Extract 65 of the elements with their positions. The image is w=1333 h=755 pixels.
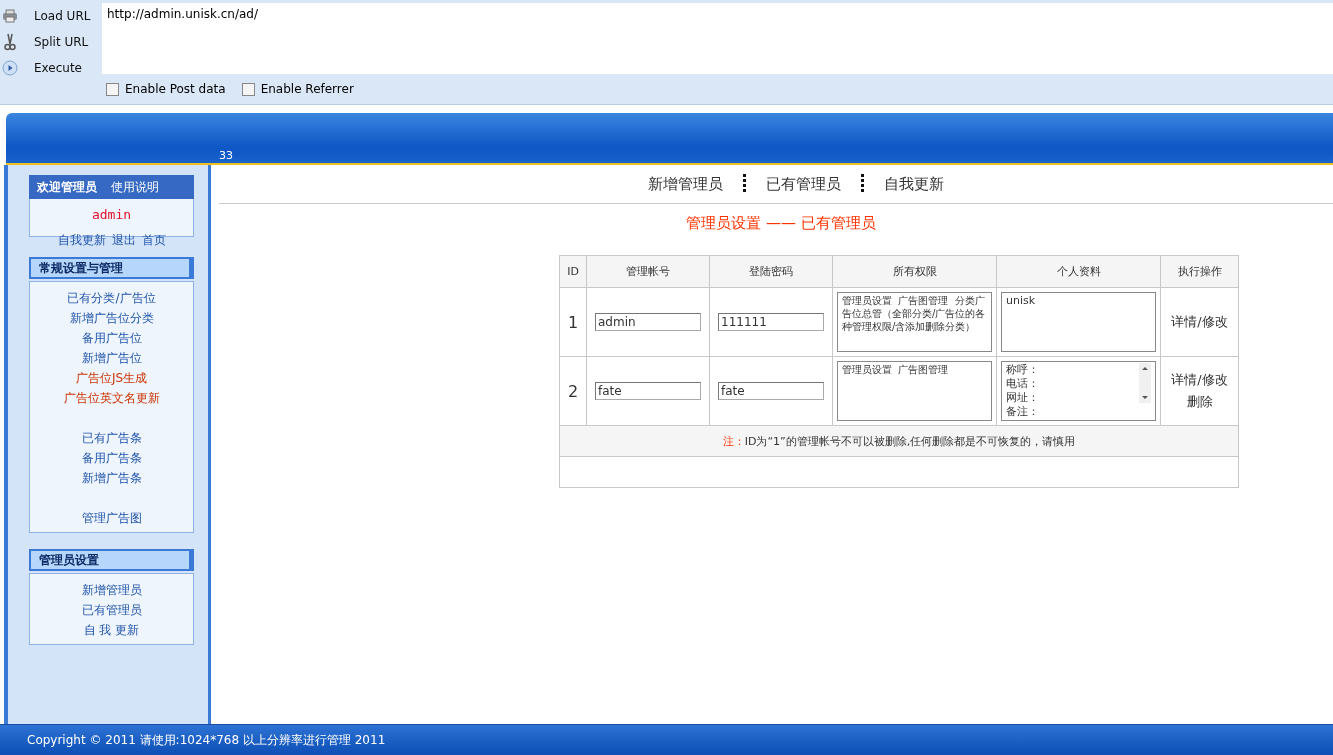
menu-item[interactable]: 备用广告位 bbox=[81, 328, 142, 348]
table-cell: 1 bbox=[559, 287, 587, 357]
tab[interactable]: 已有管理员 bbox=[766, 174, 841, 194]
profile-field-box[interactable]: 称呼： 电话： 网址： 备注： bbox=[1001, 361, 1156, 421]
checkbox-label: Enable Referrer bbox=[260, 82, 354, 96]
menu-item[interactable]: 自 我 更新 bbox=[83, 620, 140, 640]
menu-item[interactable]: 广告位JS生成 bbox=[75, 368, 148, 388]
note-text: ID为“1”的管理帐号不可以被删除,任何删除都是不可恢复的，请慎用 bbox=[744, 434, 1076, 448]
tab[interactable]: 自我更新 bbox=[884, 174, 944, 194]
profile-line: 称呼： bbox=[1006, 363, 1039, 377]
permissions-field[interactable]: 管理员设置 广告图管理 分类广告位总管（全部分类/广告位的各种管理权限/含添加删除分类） bbox=[837, 292, 992, 352]
section-title: 管理员设置 bbox=[39, 551, 99, 569]
separator-icon bbox=[743, 174, 746, 194]
page-title: 管理员设置 —— 已有管理员 bbox=[685, 214, 877, 233]
menu-item[interactable]: 已有分类/广告位 bbox=[67, 288, 156, 308]
account-field[interactable]: fate bbox=[595, 382, 701, 400]
profile-line: 备注： bbox=[1006, 405, 1039, 419]
copyright-text: Copyright © 2011 请使用:1024*768 以上分辨率进行管理 2011 bbox=[27, 731, 386, 749]
menu-item[interactable]: 已有广告条 bbox=[81, 428, 142, 448]
column-header: 所有权限 bbox=[832, 255, 997, 288]
scrollbar-icon bbox=[1139, 363, 1151, 403]
menu-item[interactable]: 新增管理员 bbox=[81, 580, 142, 600]
toolbar-button[interactable]: Execute bbox=[30, 59, 86, 77]
menu-item[interactable]: 已有管理员 bbox=[81, 600, 142, 620]
menu-item[interactable]: 新增广告位分类 bbox=[69, 308, 154, 328]
menu-item[interactable]: 新增广告位 bbox=[81, 348, 142, 368]
menu-item[interactable]: 备用广告条 bbox=[81, 448, 142, 468]
scissors-icon bbox=[2, 33, 18, 51]
profile-line: unisk bbox=[1006, 294, 1036, 308]
column-header: 执行操作 bbox=[1160, 255, 1239, 288]
column-header: 管理帐号 bbox=[586, 255, 710, 288]
column-header: 个人资料 bbox=[996, 255, 1161, 288]
table-cell: 2 bbox=[559, 356, 587, 426]
checkbox[interactable] bbox=[106, 82, 119, 96]
profile-field-box[interactable]: unisk bbox=[1001, 292, 1156, 352]
note-label: 注： bbox=[722, 434, 745, 448]
sidebar-link[interactable]: 自我更新 bbox=[57, 232, 106, 249]
url-field[interactable]: http://admin.unisk.cn/ad/ bbox=[102, 3, 1333, 74]
password-field[interactable]: fate bbox=[718, 382, 824, 400]
checkbox-label: Enable Post data bbox=[125, 82, 226, 96]
menu-item[interactable]: 新增广告条 bbox=[81, 468, 142, 488]
profile-line: 电话： bbox=[1006, 377, 1039, 391]
sidebar-link[interactable]: 退出 bbox=[111, 232, 136, 249]
menu-item[interactable]: 管理广告图 bbox=[81, 508, 142, 528]
profile-line: 网址： bbox=[1006, 391, 1039, 405]
username-text: admin bbox=[91, 207, 132, 222]
checkbox[interactable] bbox=[241, 82, 255, 96]
menu-item[interactable]: 广告位英文名更新 bbox=[63, 388, 160, 408]
help-link[interactable]: 使用说明 bbox=[111, 178, 159, 196]
password-field[interactable]: 111111 bbox=[718, 313, 824, 331]
panel-title: 欢迎管理员 bbox=[37, 178, 97, 196]
action-link[interactable]: 删除 bbox=[1162, 391, 1237, 413]
header-text: 33 bbox=[219, 149, 233, 163]
action-link[interactable]: 详情/修改 bbox=[1162, 369, 1237, 391]
printer-icon bbox=[2, 9, 18, 23]
column-header: 登陆密码 bbox=[709, 255, 833, 288]
toolbar-button[interactable]: Split URL bbox=[30, 33, 93, 51]
sidebar-link[interactable]: 首页 bbox=[141, 232, 166, 249]
column-header: ID bbox=[559, 255, 587, 288]
account-field[interactable]: admin bbox=[595, 313, 701, 331]
separator-icon bbox=[861, 174, 864, 194]
toolbar-button[interactable]: Load URL bbox=[30, 7, 95, 25]
tab[interactable]: 新增管理员 bbox=[648, 174, 723, 194]
section-title: 常规设置与管理 bbox=[39, 259, 123, 277]
permissions-field[interactable]: 管理员设置 广告图管理 bbox=[837, 361, 992, 421]
